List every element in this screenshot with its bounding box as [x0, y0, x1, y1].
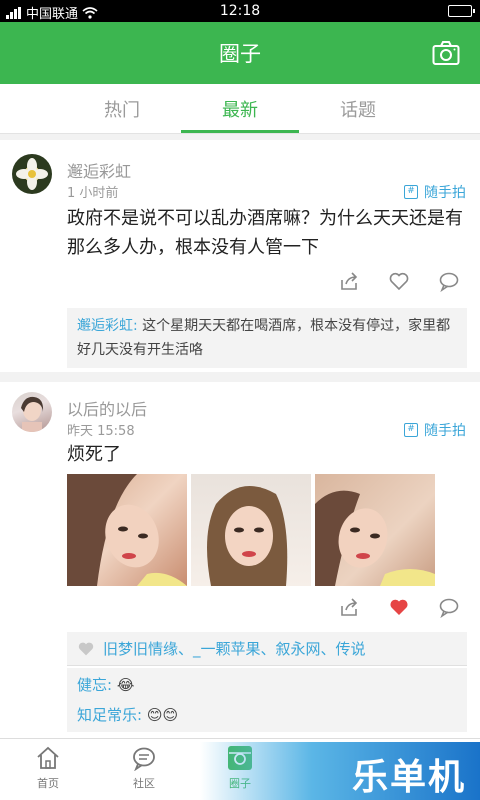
comment-item[interactable]: 知足常乐: 😊😊	[77, 700, 457, 730]
comment-list: 健忘: 😂 知足常乐: 😊😊	[67, 668, 467, 732]
selfie-image	[207, 486, 288, 586]
comment-text: 😂	[112, 676, 135, 694]
avatar[interactable]	[12, 154, 52, 194]
avatar[interactable]	[12, 392, 52, 432]
post-author[interactable]: 邂逅彩虹	[67, 158, 131, 182]
share-icon[interactable]	[338, 270, 360, 292]
flower-avatar-image	[16, 158, 48, 190]
comment-author[interactable]: 知足常乐:	[77, 706, 142, 724]
post-content: 烦死了	[67, 444, 121, 465]
post-feed[interactable]: 邂逅彩虹 1 小时前 # 随手拍 政府不是说不可以乱办酒席嘛？为什么天天还是有那…	[0, 140, 480, 782]
post-card: 以后的以后 昨天 15:58 # 随手拍 烦死了 旧梦旧情缘、_一颗苹果、叙永网…	[0, 382, 480, 782]
post-time: 昨天 15:58	[67, 424, 135, 439]
post-tag-label: 随手拍	[424, 185, 466, 201]
heart-small-icon	[78, 642, 94, 655]
battery-icon	[448, 5, 475, 17]
post-author[interactable]: 以后的以后	[67, 396, 147, 420]
status-time: 12:18	[219, 3, 261, 19]
nav-label: 社区	[133, 777, 155, 790]
like-icon[interactable]	[388, 270, 410, 292]
app-bar: 圈子	[0, 22, 480, 84]
comment-icon[interactable]	[438, 596, 460, 618]
tag-icon: #	[404, 423, 418, 437]
camera-icon[interactable]	[432, 39, 460, 67]
selfie-image	[315, 490, 435, 586]
liked-heart-icon[interactable]	[388, 596, 410, 618]
tab-hot[interactable]: 热门	[62, 96, 182, 122]
share-icon[interactable]	[338, 596, 360, 618]
comment-item[interactable]: 邂逅彩虹: 这个星期天天都在喝酒席，根本没有停过，家里都好几天没有开生活咯	[67, 308, 467, 368]
post-photo[interactable]	[67, 474, 187, 586]
post-photo[interactable]	[315, 474, 435, 586]
status-bar: 中国联通 12:18	[0, 0, 480, 22]
post-actions	[338, 270, 460, 292]
nav-community[interactable]: 社区	[104, 745, 184, 791]
person-avatar-image	[21, 396, 44, 432]
comment-author[interactable]: 健忘:	[77, 676, 112, 694]
post-tag-label: 随手拍	[424, 423, 466, 439]
page-title: 圈子	[219, 42, 261, 66]
chat-icon	[133, 747, 155, 771]
tab-bar: 热门 最新 话题	[0, 84, 480, 134]
post-tag[interactable]: # 随手拍	[404, 182, 466, 202]
comment-text: 😊😊	[142, 706, 179, 724]
post-card: 邂逅彩虹 1 小时前 # 随手拍 政府不是说不可以乱办酒席嘛？为什么天天还是有那…	[0, 140, 480, 372]
likers-list[interactable]: 旧梦旧情缘、_一颗苹果、叙永网、传说	[103, 638, 366, 659]
tag-icon: #	[404, 185, 418, 199]
likes-row: 旧梦旧情缘、_一颗苹果、叙永网、传说	[67, 632, 467, 666]
post-photos	[67, 474, 435, 586]
selfie-image	[67, 474, 187, 586]
post-actions	[338, 596, 460, 618]
nav-home[interactable]: 首页	[8, 745, 88, 791]
home-icon	[37, 746, 59, 769]
comment-author[interactable]: 邂逅彩虹:	[77, 318, 138, 334]
comment-item[interactable]: 健忘: 😂	[77, 670, 457, 700]
watermark-text: 乐单机	[351, 757, 466, 798]
post-time: 1 小时前	[67, 186, 119, 201]
tab-active-indicator	[181, 130, 299, 133]
tab-latest[interactable]: 最新	[180, 96, 300, 122]
tab-topics[interactable]: 话题	[298, 96, 418, 122]
post-content: 政府不是说不可以乱办酒席嘛？为什么天天还是有那么多人办，根本没有人管一下	[67, 208, 463, 258]
post-photo[interactable]	[191, 474, 311, 586]
post-divider	[0, 372, 480, 382]
nav-label: 首页	[37, 777, 59, 790]
post-tag[interactable]: # 随手拍	[404, 420, 466, 440]
watermark: 乐单机	[200, 742, 480, 800]
comment-icon[interactable]	[438, 270, 460, 292]
